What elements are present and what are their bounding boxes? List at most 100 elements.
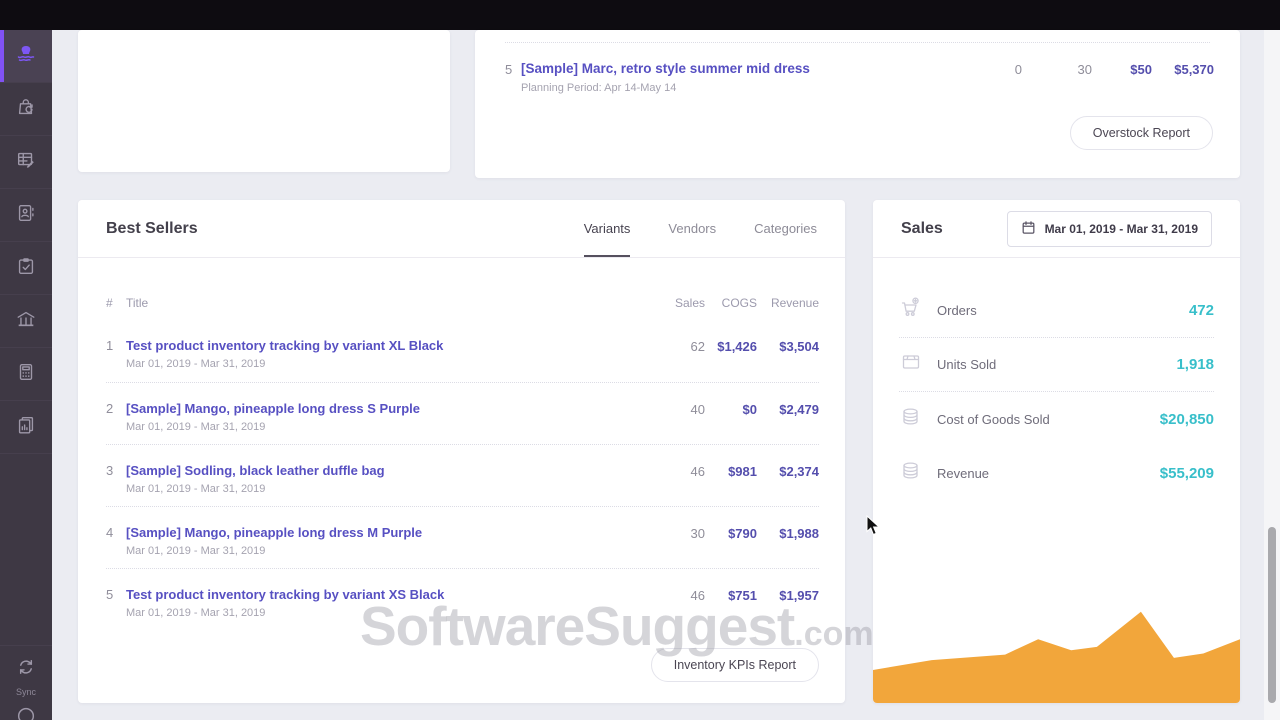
contact-card-icon — [15, 202, 37, 229]
panel-title: Best Sellers — [106, 220, 198, 238]
sync-label: Sync — [0, 687, 52, 697]
row-cogs: $0 — [705, 401, 757, 444]
col-rank: # — [106, 296, 126, 310]
sales-area-chart — [873, 593, 1240, 703]
sidebar-item-reports[interactable] — [0, 401, 52, 454]
top-black-bar — [0, 0, 1280, 30]
metric-label: Units Sold — [937, 357, 996, 372]
coins-icon — [899, 405, 923, 434]
row-title-block: Test product inventory tracking by varia… — [126, 587, 649, 630]
product-link[interactable]: [Sample] Mango, pineapple long dress M P… — [126, 525, 649, 540]
help-icon[interactable] — [0, 705, 52, 720]
metric-row-units-sold: Units Sold 1,918 — [899, 338, 1214, 392]
overstock-panel: 5 [Sample] Marc, retro style summer mid … — [475, 30, 1240, 178]
row-sales: 62 — [649, 338, 705, 382]
col-revenue: Revenue — [757, 296, 819, 310]
row-title-block: [Sample] Mango, pineapple long dress M P… — [126, 525, 649, 568]
sync-icon — [15, 665, 37, 682]
metric-label: Orders — [937, 303, 977, 318]
row-period: Mar 01, 2019 - Mar 31, 2019 — [126, 483, 649, 495]
row-value-2: 30 — [1022, 61, 1092, 77]
table-edit-icon — [15, 149, 37, 176]
row-revenue: $3,504 — [757, 338, 819, 382]
scrollbar-thumb[interactable] — [1268, 527, 1276, 703]
sidebar-item-stock-editor[interactable] — [0, 136, 52, 189]
metric-value: 1,918 — [1176, 356, 1214, 373]
row-revenue: $2,374 — [757, 463, 819, 506]
product-link[interactable]: [Sample] Sodling, black leather duffle b… — [126, 463, 649, 478]
date-range-picker[interactable]: Mar 01, 2019 - Mar 31, 2019 — [1007, 211, 1212, 247]
planning-period: Planning Period: Apr 14-May 14 — [521, 82, 982, 94]
sidebar-sync-section[interactable]: Sync — [0, 645, 52, 720]
coins-icon — [899, 459, 923, 488]
best-sellers-tabs: Variants Vendors Categories — [584, 200, 817, 257]
inventory-kpis-report-button[interactable]: Inventory KPIs Report — [651, 648, 819, 682]
panel-title: Sales — [901, 220, 943, 238]
row-rank: 5 — [505, 61, 521, 77]
box-icon — [899, 350, 923, 379]
product-link[interactable]: [Sample] Marc, retro style summer mid dr… — [521, 61, 982, 76]
row-period: Mar 01, 2019 - Mar 31, 2019 — [126, 358, 649, 370]
logo-icon — [14, 42, 38, 71]
tab-categories[interactable]: Categories — [754, 200, 817, 257]
best-sellers-header: Best Sellers Variants Vendors Categories — [78, 200, 845, 258]
col-title: Title — [126, 296, 649, 310]
table-row: 5 Test product inventory tracking by var… — [106, 568, 819, 630]
overstock-report-button[interactable]: Overstock Report — [1070, 116, 1213, 150]
metric-value: $55,209 — [1160, 465, 1214, 482]
row-cogs: $1,426 — [705, 338, 757, 382]
product-link[interactable]: Test product inventory tracking by varia… — [126, 338, 649, 353]
metric-value: $20,850 — [1160, 411, 1214, 428]
row-sales: 46 — [649, 587, 705, 630]
sidebar-item-warehouse[interactable] — [0, 295, 52, 348]
tab-vendors[interactable]: Vendors — [668, 200, 716, 257]
clipboard-check-icon — [15, 255, 37, 282]
overstock-row: 5 [Sample] Marc, retro style summer mid … — [505, 61, 1214, 94]
row-cogs: $981 — [705, 463, 757, 506]
metric-value: 472 — [1189, 302, 1214, 319]
row-sales: 30 — [649, 525, 705, 568]
sidebar-item-tasks[interactable] — [0, 242, 52, 295]
top-left-panel — [78, 30, 450, 172]
row-rank: 2 — [106, 401, 126, 444]
table-row: 2 [Sample] Mango, pineapple long dress S… — [106, 382, 819, 444]
row-separator — [505, 42, 1210, 43]
sidebar-item-purchase-orders[interactable] — [0, 83, 52, 136]
row-cogs: $751 — [705, 587, 757, 630]
row-revenue: $2,479 — [757, 401, 819, 444]
table-column-header: # Title Sales COGS Revenue — [78, 258, 845, 320]
col-cogs: COGS — [705, 296, 757, 310]
sidebar-item-calculator[interactable] — [0, 348, 52, 401]
bag-sync-icon — [15, 96, 37, 123]
sidebar-item-dashboard[interactable] — [0, 30, 52, 83]
row-title-block: [Sample] Sodling, black leather duffle b… — [126, 463, 649, 506]
row-period: Mar 01, 2019 - Mar 31, 2019 — [126, 607, 649, 619]
product-link[interactable]: Test product inventory tracking by varia… — [126, 587, 649, 602]
best-sellers-panel: Best Sellers Variants Vendors Categories… — [78, 200, 845, 703]
row-cogs: $790 — [705, 525, 757, 568]
sales-metrics: Orders 472 Units Sold 1,918 Cost of G — [873, 284, 1240, 500]
col-sales: Sales — [649, 296, 705, 310]
metric-row-orders: Orders 472 — [899, 284, 1214, 338]
metric-label: Revenue — [937, 466, 989, 481]
scrollbar-track[interactable] — [1264, 30, 1280, 720]
tab-variants[interactable]: Variants — [584, 200, 631, 257]
metric-label: Cost of Goods Sold — [937, 412, 1050, 427]
product-link[interactable]: [Sample] Mango, pineapple long dress S P… — [126, 401, 649, 416]
row-rank: 4 — [106, 525, 126, 568]
calculator-icon — [15, 361, 37, 388]
row-value-3: $50 — [1092, 61, 1152, 77]
table-row: 4 [Sample] Mango, pineapple long dress M… — [106, 506, 819, 568]
cart-icon — [899, 296, 923, 325]
warehouse-icon — [15, 308, 37, 335]
row-rank: 5 — [106, 587, 126, 630]
calendar-icon — [1021, 220, 1036, 238]
metric-row-cogs: Cost of Goods Sold $20,850 — [899, 392, 1214, 446]
table-row: 1 Test product inventory tracking by var… — [106, 320, 819, 382]
row-revenue: $1,988 — [757, 525, 819, 568]
date-range-label: Mar 01, 2019 - Mar 31, 2019 — [1045, 222, 1198, 236]
sidebar-item-contacts[interactable] — [0, 189, 52, 242]
row-title-block: Test product inventory tracking by varia… — [126, 338, 649, 382]
report-pages-icon — [15, 414, 37, 441]
sidebar: Sync — [0, 30, 52, 720]
